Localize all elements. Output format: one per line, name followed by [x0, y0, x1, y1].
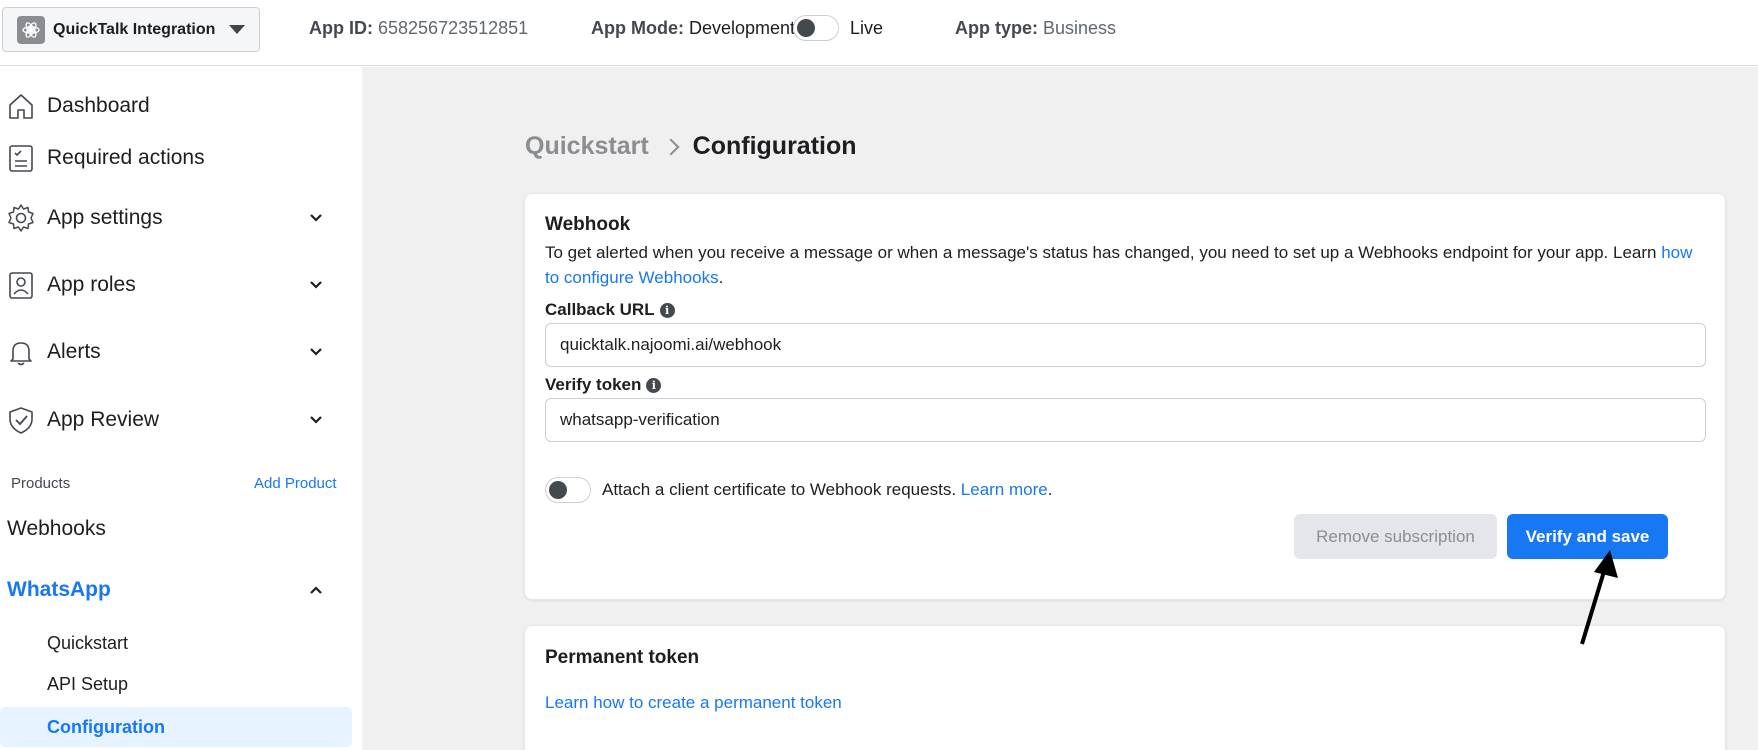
learn-more-link[interactable]: Learn more	[961, 480, 1048, 499]
toggle-knob	[797, 19, 815, 37]
webhook-title: Webhook	[545, 214, 631, 235]
verify-token-label-text: Verify token	[545, 375, 642, 394]
app-id-label: App ID:	[309, 18, 373, 38]
chevron-down-icon[interactable]	[308, 277, 324, 293]
sidebar-subitem-label: Configuration	[47, 717, 165, 737]
verify-token-input[interactable]	[545, 398, 1706, 442]
sidebar-item-whatsapp[interactable]: WhatsApp	[7, 578, 111, 602]
webhook-card: Webhook To get alerted when you receive …	[524, 193, 1726, 600]
info-icon[interactable]: i	[659, 302, 675, 318]
client-certificate-label: Attach a client certificate to Webhook r…	[602, 480, 957, 499]
app-type: App type: Business	[955, 18, 1116, 39]
app-mode: App Mode: Development	[591, 18, 795, 39]
chevron-right-icon	[662, 138, 680, 155]
caret-down-icon	[229, 25, 245, 34]
app-mode-value: Development	[689, 18, 796, 38]
info-icon[interactable]: i	[646, 377, 662, 393]
webhook-description: To get alerted when you receive a messag…	[545, 240, 1705, 290]
verify-token-label: Verify token i	[545, 375, 662, 395]
home-icon	[9, 94, 33, 119]
gear-icon	[8, 204, 34, 232]
app-mode-toggle[interactable]	[793, 15, 839, 41]
sidebar-item-webhooks[interactable]: Webhooks	[7, 517, 106, 541]
permanent-token-card: Permanent token Learn how to create a pe…	[524, 625, 1726, 750]
add-product-link[interactable]: Add Product	[254, 475, 337, 492]
bell-icon	[10, 342, 32, 366]
cert-period: .	[1047, 480, 1053, 499]
page-title: Configuration	[692, 132, 857, 160]
toggle-knob	[549, 481, 567, 499]
app-name: QuickTalk Integration	[53, 20, 216, 38]
app-type-value: Business	[1043, 18, 1117, 38]
sidebar-item-label: App Review	[47, 408, 160, 431]
app-id: App ID: 658256723512851	[309, 18, 528, 39]
sidebar-subitem-quickstart[interactable]: Quickstart	[47, 633, 128, 654]
chevron-down-icon[interactable]	[308, 344, 324, 360]
remove-subscription-button[interactable]: Remove subscription	[1294, 514, 1497, 559]
sidebar-subitem-api-setup[interactable]: API Setup	[47, 674, 128, 695]
sidebar-item-label: App roles	[47, 273, 136, 296]
sidebar: Dashboard Required actions App settings …	[0, 67, 362, 750]
client-certificate-text: Attach a client certificate to Webhook r…	[602, 480, 1052, 500]
shield-check-icon	[9, 407, 33, 434]
sidebar-item-label: App settings	[47, 206, 163, 229]
client-certificate-toggle[interactable]	[545, 477, 591, 503]
sidebar-item-label: Alerts	[47, 340, 101, 363]
chevron-down-icon[interactable]	[308, 210, 324, 226]
main-content: Quickstart Configuration Webhook To get …	[362, 67, 1758, 750]
app-type-label: App type:	[955, 18, 1038, 38]
products-heading: Products	[11, 475, 71, 492]
app-logo-icon	[17, 15, 45, 44]
badge-icon	[9, 272, 33, 299]
webhook-description-text: To get alerted when you receive a messag…	[545, 243, 1657, 262]
sidebar-item-label: Dashboard	[47, 94, 150, 117]
live-label: Live	[850, 18, 884, 38]
app-mode-label: App Mode:	[591, 18, 684, 38]
chevron-down-icon[interactable]	[308, 412, 324, 428]
sidebar-item-dashboard[interactable]: Dashboard	[0, 84, 362, 128]
breadcrumb: Quickstart Configuration	[525, 132, 857, 161]
permanent-token-title: Permanent token	[545, 647, 700, 668]
app-id-value: 658256723512851	[378, 18, 529, 38]
breadcrumb-quickstart[interactable]: Quickstart	[525, 132, 649, 161]
sidebar-item-app-roles[interactable]: App roles	[0, 263, 362, 307]
app-selector[interactable]: QuickTalk Integration	[2, 7, 260, 52]
callback-url-label-text: Callback URL	[545, 300, 655, 319]
sidebar-subitem-configuration[interactable]: Configuration	[0, 707, 352, 747]
checklist-icon	[9, 145, 33, 172]
callback-url-label: Callback URL i	[545, 300, 675, 320]
sidebar-item-required-actions[interactable]: Required actions	[0, 136, 362, 180]
sidebar-item-app-settings[interactable]: App settings	[0, 196, 362, 240]
description-period: .	[718, 268, 724, 287]
annotation-arrow-icon	[1580, 550, 1618, 645]
sidebar-item-alerts[interactable]: Alerts	[0, 330, 362, 374]
permanent-token-link[interactable]: Learn how to create a permanent token	[545, 693, 842, 713]
sidebar-item-app-review[interactable]: App Review	[0, 398, 362, 442]
chevron-up-icon[interactable]	[308, 582, 324, 598]
callback-url-input[interactable]	[545, 323, 1706, 367]
top-bar: QuickTalk Integration App ID: 6582567235…	[0, 0, 1758, 66]
sidebar-item-label: Required actions	[47, 146, 205, 169]
